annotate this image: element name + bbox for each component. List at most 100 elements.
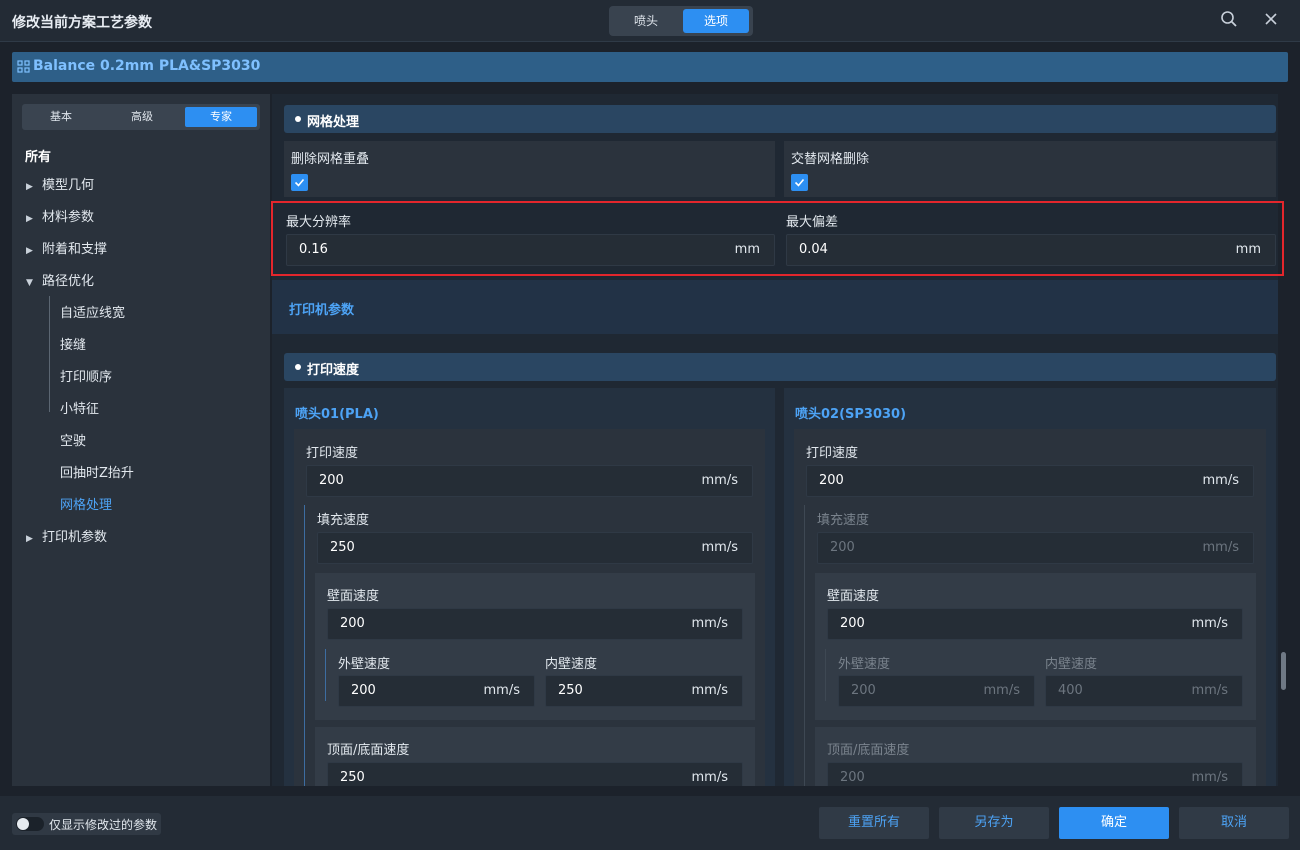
top-bottom-speed-card: 顶面/底面速度 250 mm/s — [315, 727, 755, 786]
sidebar-subitem-z-hop[interactable]: 回抽时Z抬升 — [60, 462, 134, 484]
wall-speed-card: 壁面速度 200 mm/s 外壁速度 200 mm/s 内壁速度 400 mm/… — [815, 573, 1256, 720]
tree-root-all[interactable]: 所有 — [25, 146, 51, 165]
infill-speed-input[interactable]: 250 mm/s — [317, 532, 753, 564]
input-value: 200 — [319, 473, 344, 488]
input-value: 400 — [1058, 683, 1083, 698]
nozzle-2-title: 喷头02(SP3030) — [795, 407, 907, 422]
mode-basic[interactable]: 基本 — [25, 107, 97, 127]
sidebar-item-material[interactable]: ▶ 材料参数 — [26, 206, 94, 228]
section-title: 打印速度 — [307, 363, 360, 378]
highlight-box — [271, 201, 1284, 276]
alternate-removal-label: 交替网格删除 — [791, 152, 870, 167]
sidebar-item-label: 模型几何 — [42, 178, 95, 193]
wall-speed-label: 壁面速度 — [827, 589, 880, 604]
input-unit: mm/s — [483, 683, 520, 698]
input-unit: mm/s — [701, 473, 738, 488]
mode-expert[interactable]: 专家 — [185, 107, 257, 127]
sidebar-item-adhesion-support[interactable]: ▶ 附着和支撑 — [26, 238, 107, 260]
group-guide-line — [825, 649, 826, 701]
input-unit: mm/s — [1191, 616, 1228, 631]
infill-speed-input[interactable]: 200 mm/s — [817, 532, 1254, 564]
input-value: 200 — [340, 616, 365, 631]
mode-switch: 基本 高级 专家 — [22, 104, 260, 130]
group-guide-line — [804, 505, 805, 786]
wall-speed-input[interactable]: 200 mm/s — [827, 608, 1243, 640]
input-unit: mm/s — [701, 540, 738, 555]
group-guide-line — [304, 505, 305, 786]
inner-wall-speed-label: 内壁速度 — [545, 657, 598, 672]
settings-panel: 网格处理 删除网格重叠 交替网格删除 最大分辨率 0.16 mm 最大偏差 0.… — [272, 94, 1278, 786]
input-unit: mm/s — [983, 683, 1020, 698]
top-bottom-speed-label: 顶面/底面速度 — [327, 743, 410, 758]
caret-right-icon: ▶ — [26, 214, 33, 224]
nozzle-1-title: 喷头01(PLA) — [295, 407, 379, 422]
caret-down-icon: ▼ — [26, 278, 33, 288]
input-value: 200 — [830, 540, 855, 555]
confirm-button[interactable]: 确定 — [1059, 807, 1169, 839]
input-value: 200 — [851, 683, 876, 698]
outer-wall-speed-input[interactable]: 200 mm/s — [838, 675, 1035, 707]
scrollbar-thumb[interactable] — [1281, 652, 1286, 690]
wall-speed-label: 壁面速度 — [327, 589, 380, 604]
top-bottom-speed-label: 顶面/底面速度 — [827, 743, 910, 758]
check-icon — [794, 178, 805, 187]
print-speed-label: 打印速度 — [306, 446, 359, 461]
sidebar-subitem-seam[interactable]: 接缝 — [60, 334, 86, 356]
show-modified-toggle[interactable] — [16, 817, 44, 831]
tab-options[interactable]: 选项 — [683, 9, 749, 33]
sidebar-item-path-optimization[interactable]: ▼ 路径优化 — [26, 270, 94, 292]
search-icon[interactable] — [1218, 10, 1240, 32]
mode-advanced[interactable]: 高级 — [106, 107, 178, 127]
toggle-knob — [17, 818, 29, 830]
input-value: 250 — [558, 683, 583, 698]
show-modified-toggle-group: 仅显示修改过的参数 — [12, 813, 161, 835]
close-icon[interactable] — [1260, 10, 1282, 32]
sidebar-subitem-mesh-fixes[interactable]: 网格处理 — [60, 494, 112, 516]
section-title: 网格处理 — [307, 115, 360, 130]
nozzle-1-panel: 喷头01(PLA) 打印速度 200 mm/s 填充速度 250 mm/s 壁面… — [284, 388, 775, 786]
sidebar-subitem-travel[interactable]: 空驶 — [60, 430, 86, 452]
alternate-removal-checkbox[interactable] — [791, 174, 808, 191]
inner-wall-speed-label: 内壁速度 — [1045, 657, 1098, 672]
wall-speed-input[interactable]: 200 mm/s — [327, 608, 743, 640]
printer-params-group: 打印机参数 — [272, 280, 1278, 334]
cancel-button[interactable]: 取消 — [1179, 807, 1289, 839]
sidebar-item-printer-params[interactable]: ▶ 打印机参数 — [26, 526, 107, 548]
sidebar-subitem-adaptive-width[interactable]: 自适应线宽 — [60, 302, 125, 324]
caret-right-icon: ▶ — [26, 246, 33, 256]
alternate-removal-card: 交替网格删除 — [784, 141, 1276, 197]
input-unit: mm/s — [691, 683, 728, 698]
sidebar-subitem-small-features[interactable]: 小特征 — [60, 398, 99, 420]
outer-wall-speed-label: 外壁速度 — [838, 657, 891, 672]
sidebar-item-label: 路径优化 — [42, 274, 95, 289]
inner-wall-speed-input[interactable]: 250 mm/s — [545, 675, 743, 707]
printer-params-title[interactable]: 打印机参数 — [289, 299, 354, 318]
top-tab-switch: 喷头 选项 — [609, 6, 753, 36]
input-unit: mm/s — [1191, 770, 1228, 785]
top-bottom-speed-input[interactable]: 250 mm/s — [327, 762, 743, 786]
sidebar-subitem-print-order[interactable]: 打印顺序 — [60, 366, 112, 388]
input-unit: mm/s — [1191, 683, 1228, 698]
outer-wall-speed-input[interactable]: 200 mm/s — [338, 675, 535, 707]
sidebar-item-label: 附着和支撑 — [42, 242, 108, 257]
print-speed-input[interactable]: 200 mm/s — [806, 465, 1254, 497]
tree-guide-line — [49, 296, 50, 412]
tab-nozzle[interactable]: 喷头 — [613, 9, 679, 33]
profile-bar: Balance 0.2mm PLA&SP3030 — [12, 52, 1288, 82]
input-unit: mm/s — [691, 770, 728, 785]
grid-icon — [17, 60, 30, 73]
input-value: 200 — [840, 616, 865, 631]
reset-all-button[interactable]: 重置所有 — [819, 807, 929, 839]
infill-speed-label: 填充速度 — [817, 513, 870, 528]
caret-right-icon: ▶ — [26, 534, 33, 544]
nozzle-2-speed-card: 打印速度 200 mm/s 填充速度 200 mm/s 壁面速度 200 mm/… — [794, 429, 1266, 786]
bullet-icon — [295, 364, 301, 370]
sidebar-item-label: 材料参数 — [42, 210, 95, 225]
input-value: 250 — [330, 540, 355, 555]
inner-wall-speed-input[interactable]: 400 mm/s — [1045, 675, 1243, 707]
save-as-button[interactable]: 另存为 — [939, 807, 1049, 839]
remove-overlap-checkbox[interactable] — [291, 174, 308, 191]
top-bottom-speed-input[interactable]: 200 mm/s — [827, 762, 1243, 786]
sidebar-item-model-geometry[interactable]: ▶ 模型几何 — [26, 174, 94, 196]
print-speed-input[interactable]: 200 mm/s — [306, 465, 753, 497]
